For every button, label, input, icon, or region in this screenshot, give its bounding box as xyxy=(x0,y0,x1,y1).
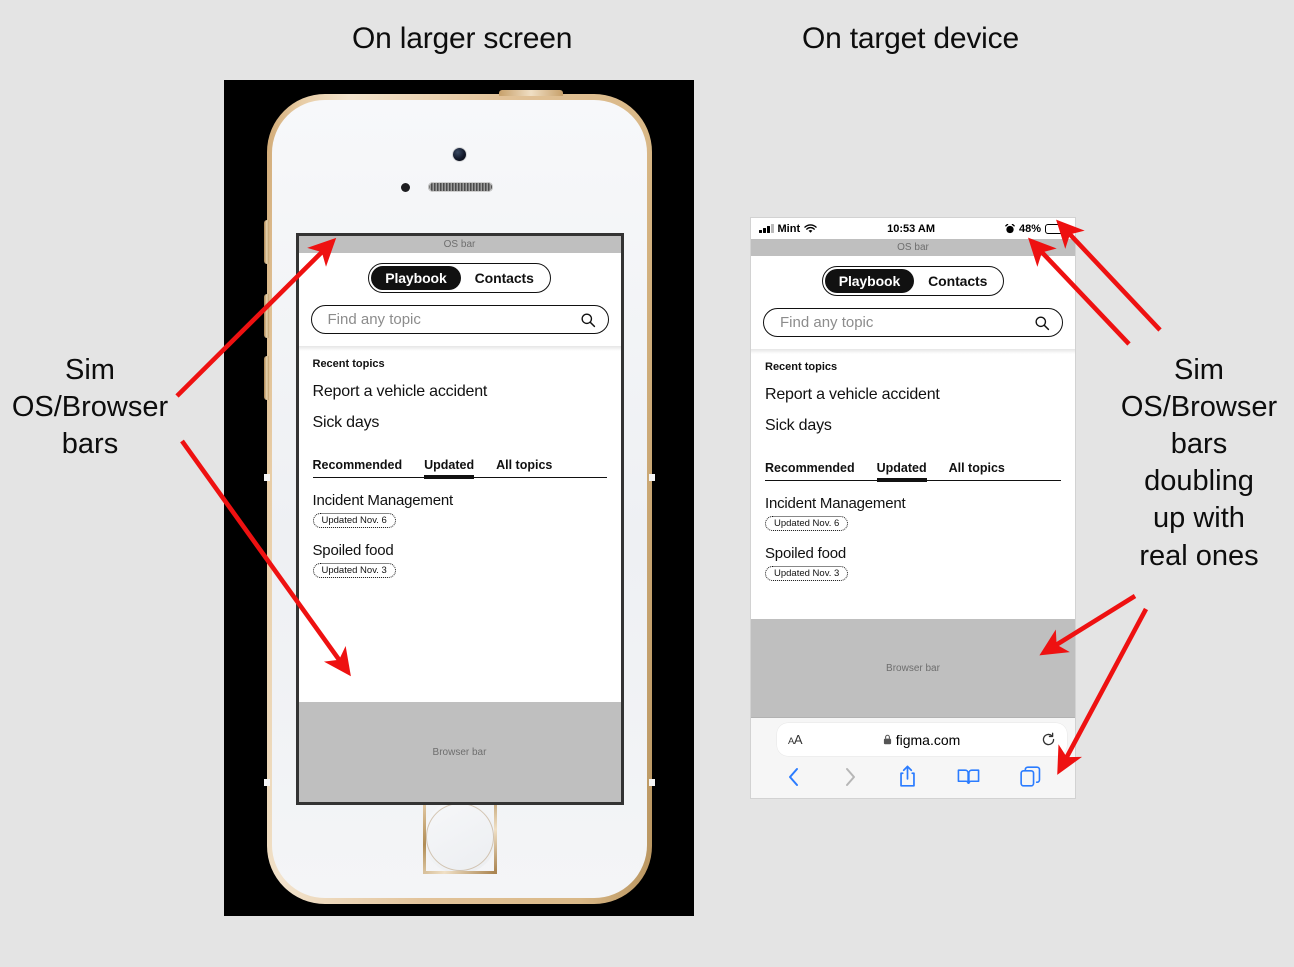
app-content-left: Recent topics Report a vehicle accident … xyxy=(298,346,621,702)
segmented-control-right[interactable]: Playbook Contacts xyxy=(821,266,1005,296)
phone-antenna-line xyxy=(649,779,655,786)
app-header-right: Playbook Contacts Find any topic xyxy=(751,256,1075,349)
chevron-left-icon[interactable] xyxy=(785,766,802,788)
proximity-sensor-icon xyxy=(400,183,410,192)
annotation-left: Sim OS/Browser bars xyxy=(11,354,169,461)
article-updated-badge: Updated Nov. 3 xyxy=(312,563,396,578)
simulated-screen-right: OS bar Playbook Contacts Find any topic … xyxy=(751,239,1075,717)
recent-topics-label: Recent topics xyxy=(765,361,838,373)
tab-updated[interactable]: Updated xyxy=(424,458,475,479)
heading-larger-screen: On larger screen xyxy=(352,22,573,55)
target-device-screenshot: Mint 10:53 AM 48% OS bar Playbook Contac… xyxy=(751,218,1075,798)
article-item[interactable]: Incident Management Updated Nov. 6 xyxy=(312,492,607,528)
safari-browser-chrome: AA figma.com xyxy=(751,717,1075,798)
recent-topics-label: Recent topics xyxy=(312,358,385,370)
alarm-clock-icon xyxy=(1005,223,1015,233)
recent-topic-item[interactable]: Report a vehicle accident xyxy=(765,386,1061,404)
sim-os-bar-left: OS bar xyxy=(298,236,621,253)
annotation-right: Sim OS/Browser bars doubling up with rea… xyxy=(1120,354,1278,572)
battery-icon xyxy=(1045,223,1069,234)
phone-antenna-line xyxy=(649,474,655,481)
home-button[interactable] xyxy=(422,800,497,874)
article-updated-badge: Updated Nov. 3 xyxy=(765,566,849,581)
iphone-front-face: OS bar Playbook Contacts Find any topic xyxy=(272,100,647,898)
battery-percent-label: 48% xyxy=(1018,222,1041,235)
phone-mockup-plate: OS bar Playbook Contacts Find any topic xyxy=(224,80,694,916)
segment-contacts[interactable]: Contacts xyxy=(914,269,1001,293)
tabs-icon[interactable] xyxy=(1020,766,1041,787)
arrow-right-to-status-bar xyxy=(1056,219,1162,332)
recent-topic-item[interactable]: Sick days xyxy=(765,417,1061,435)
app-content-right: Recent topics Report a vehicle accident … xyxy=(751,349,1075,619)
wifi-icon xyxy=(804,223,817,233)
chevron-right-icon xyxy=(845,767,855,786)
url-label: figma.com xyxy=(883,731,961,748)
topic-tabs-left: Recommended Updated All topics xyxy=(312,458,607,479)
article-title[interactable]: Incident Management xyxy=(313,492,607,509)
segment-contacts[interactable]: Contacts xyxy=(461,266,548,290)
share-icon[interactable] xyxy=(898,765,917,788)
search-icon[interactable] xyxy=(1034,315,1050,331)
article-title[interactable]: Spoiled food xyxy=(765,545,1061,562)
article-item[interactable]: Spoiled food Updated Nov. 3 xyxy=(765,545,1061,581)
ios-status-bar: Mint 10:53 AM 48% xyxy=(751,218,1075,239)
status-time: 10:53 AM xyxy=(887,222,935,235)
phone-volume-down-button xyxy=(264,356,269,400)
earpiece-speaker xyxy=(427,182,493,192)
article-item[interactable]: Incident Management Updated Nov. 6 xyxy=(765,495,1061,531)
reload-icon[interactable] xyxy=(1041,732,1056,747)
sim-browser-bar-right: Browser bar xyxy=(751,619,1075,717)
article-updated-badge: Updated Nov. 6 xyxy=(312,513,396,528)
search-input-left[interactable]: Find any topic xyxy=(310,305,609,334)
address-bar[interactable]: AA figma.com xyxy=(777,723,1067,756)
article-title[interactable]: Spoiled food xyxy=(313,542,607,559)
phone-antenna-line xyxy=(264,474,270,481)
lock-icon xyxy=(883,734,891,745)
tab-recommended[interactable]: Recommended xyxy=(765,461,855,480)
phone-volume-up-button xyxy=(264,294,269,338)
topic-tabs-right: Recommended Updated All topics xyxy=(765,461,1061,482)
phone-mute-switch xyxy=(264,220,269,264)
phone-power-button xyxy=(499,90,563,96)
url-text: figma.com xyxy=(895,731,961,748)
sim-browser-bar-left: Browser bar xyxy=(298,702,621,802)
iphone-body: OS bar Playbook Contacts Find any topic xyxy=(264,90,655,904)
recent-topic-item[interactable]: Sick days xyxy=(313,414,607,432)
cellular-signal-icon xyxy=(759,224,774,233)
heading-target-device: On target device xyxy=(802,22,1019,55)
search-placeholder: Find any topic xyxy=(780,314,874,331)
front-camera-icon xyxy=(452,148,466,161)
phone-antenna-line xyxy=(264,779,270,786)
search-icon[interactable] xyxy=(580,312,596,328)
segment-playbook[interactable]: Playbook xyxy=(824,269,915,293)
tab-recommended[interactable]: Recommended xyxy=(313,458,403,477)
book-icon[interactable] xyxy=(957,767,980,786)
carrier-label: Mint xyxy=(777,222,801,235)
sim-os-bar-right: OS bar xyxy=(751,239,1075,256)
article-title[interactable]: Incident Management xyxy=(765,495,1061,512)
app-header-left: Playbook Contacts Find any topic xyxy=(298,253,621,346)
article-updated-badge: Updated Nov. 6 xyxy=(765,516,849,531)
tab-all-topics[interactable]: All topics xyxy=(496,458,552,477)
text-size-button[interactable]: AA xyxy=(788,732,803,747)
tab-all-topics[interactable]: All topics xyxy=(949,461,1005,480)
search-input-right[interactable]: Find any topic xyxy=(763,308,1063,337)
search-placeholder: Find any topic xyxy=(327,311,421,328)
simulated-screen-left: OS bar Playbook Contacts Find any topic xyxy=(295,233,624,805)
segment-playbook[interactable]: Playbook xyxy=(371,266,461,290)
segmented-control-left[interactable]: Playbook Contacts xyxy=(368,263,551,293)
article-item[interactable]: Spoiled food Updated Nov. 3 xyxy=(312,542,607,578)
recent-topic-item[interactable]: Report a vehicle accident xyxy=(313,383,607,401)
tab-updated[interactable]: Updated xyxy=(876,461,927,482)
